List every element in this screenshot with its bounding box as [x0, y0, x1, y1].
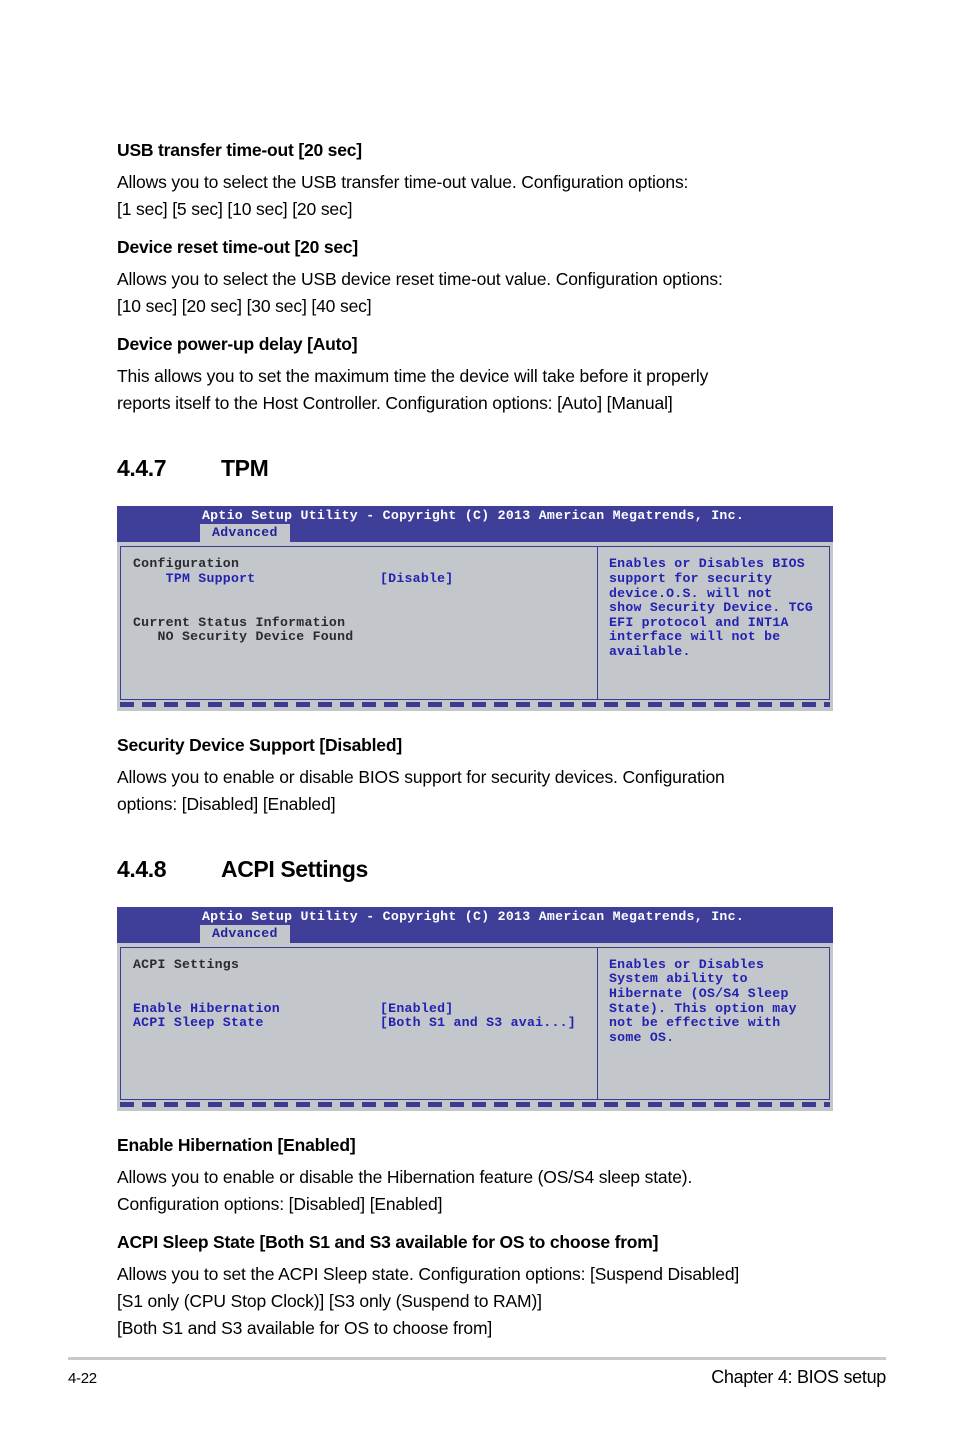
bios-group-label-current-status: Current Status Information: [133, 614, 346, 630]
footer-chapter-label: Chapter 4: BIOS setup: [711, 1367, 886, 1387]
bios-setting-label: TPM Support: [133, 570, 256, 586]
heading-device-power-up-delay: Device power-up delay [Auto]: [117, 334, 358, 355]
bios-help-line: not be effective with: [609, 1015, 781, 1031]
bios-setting-label: ACPI Sleep State: [133, 1015, 264, 1031]
bios-help-line: device.O.S. will not: [609, 585, 773, 601]
bios-help-line: Hibernate (OS/S4 Sleep: [609, 986, 789, 1002]
bios-setting-value: [Both S1 and S3 avai...]: [380, 1015, 576, 1031]
bios-titlebar: Aptio Setup Utility - Copyright (C) 2013…: [117, 506, 833, 544]
body-device-reset-time-out: Allows you to select the USB device rese…: [117, 266, 833, 320]
bios-group-label-configuration: Configuration: [133, 556, 240, 572]
section-title: ACPI Settings: [221, 855, 368, 882]
bios-tab-advanced[interactable]: Advanced: [200, 924, 290, 944]
bios-help-line: State). This option may: [609, 1000, 797, 1016]
body-line: Allows you to select the USB device rese…: [117, 269, 723, 289]
bios-screen-acpi: Aptio Setup Utility - Copyright (C) 2013…: [117, 906, 833, 1112]
bios-setting-enable-hibernation[interactable]: Enable Hibernation [Enabled]: [133, 1000, 597, 1017]
bios-help-pane: Enables or Disables System ability to Hi…: [598, 948, 829, 1099]
body-acpi-sleep-state: Allows you to set the ACPI Sleep state. …: [117, 1261, 833, 1342]
body-line: Allows you to set the ACPI Sleep state. …: [117, 1264, 740, 1285]
body-line: [Both S1 and S3 available for OS to choo…: [117, 1318, 493, 1339]
bios-titlebar: Aptio Setup Utility - Copyright (C) 2013…: [117, 906, 833, 944]
bios-setting-acpi-sleep-state[interactable]: ACPI Sleep State [Both S1 and S3 avai...…: [133, 1016, 597, 1031]
bios-setting-label: Enable Hibernation: [133, 1000, 280, 1016]
heading-security-device-support: Security Device Support [Disabled]: [117, 734, 402, 755]
body-line: reports itself to the Host Controller. C…: [117, 393, 673, 414]
body-line: This allows you to set the maximum time …: [117, 366, 709, 387]
bios-help-line: System ability to: [609, 971, 748, 987]
body-line: [S1 only (CPU Stop Clock)] [S3 only (Sus…: [117, 1291, 542, 1312]
bios-help-line: show Security Device. TCG: [609, 600, 814, 616]
bios-help-line: interface will not be: [609, 629, 781, 645]
bios-tab-advanced[interactable]: Advanced: [200, 524, 290, 544]
bios-help-line: some OS.: [609, 1029, 675, 1045]
body-line: Allows you to enable or disable BIOS sup…: [117, 766, 725, 787]
section-title: TPM: [221, 455, 269, 482]
body-usb-transfer-time-out: Allows you to select the USB transfer ti…: [117, 169, 833, 223]
body-security-device-support: Allows you to enable or disable BIOS sup…: [117, 764, 833, 818]
bios-settings-pane: ACPI Settings Enable Hibernation [Enable…: [121, 947, 598, 1100]
section-heading-acpi-settings: 4.4.8 ACPI Settings: [117, 856, 833, 883]
footer-page-number: 4-22: [68, 1370, 97, 1387]
heading-device-reset-time-out: Device reset time-out [20 sec]: [117, 237, 359, 258]
page-content: USB transfer time-out [20 sec] Allows yo…: [117, 140, 833, 1357]
bios-help-line: Enables or Disables BIOS: [609, 556, 805, 572]
body-line: Configuration options: [Disabled] [Enabl…: [117, 1194, 443, 1215]
footer-divider: [68, 1357, 886, 1360]
bios-help-line: support for security: [609, 570, 773, 586]
bios-setting-tpm-support[interactable]: TPM Support [Disable]: [133, 570, 597, 587]
section-number: 4.4.8: [117, 855, 167, 882]
body-enable-hibernation: Allows you to enable or disable the Hibe…: [117, 1164, 833, 1218]
bios-help-line: Enables or Disables: [609, 956, 765, 972]
body-line: options: [Disabled] [Enabled]: [117, 793, 336, 814]
heading-enable-hibernation: Enable Hibernation [Enabled]: [117, 1135, 356, 1156]
body-device-power-up-delay: This allows you to set the maximum time …: [117, 363, 833, 417]
bios-title-text: Aptio Setup Utility - Copyright (C) 2013…: [201, 908, 745, 924]
bios-help-line: EFI protocol and INT1A: [609, 614, 789, 630]
bios-screen-tpm: Aptio Setup Utility - Copyright (C) 2013…: [117, 506, 833, 711]
body-line: Allows you to enable or disable the Hibe…: [117, 1167, 693, 1188]
body-line: [10 sec] [20 sec] [30 sec] [40 sec]: [117, 296, 372, 317]
bios-help-line: available.: [609, 643, 691, 659]
body-line: [1 sec] [5 sec] [10 sec] [20 sec]: [117, 199, 353, 219]
document-page: USB transfer time-out [20 sec] Allows yo…: [0, 0, 954, 1438]
bios-setting-value: [Disable]: [380, 570, 454, 586]
bios-settings-pane: Configuration TPM Support [Disable] Curr…: [121, 547, 598, 699]
bios-group-label-acpi-settings: ACPI Settings: [133, 956, 240, 972]
body-line: Allows you to select the USB transfer ti…: [117, 171, 689, 192]
section-number: 4.4.7: [117, 455, 167, 482]
heading-usb-transfer-time-out: USB transfer time-out [20 sec]: [117, 140, 362, 160]
bios-body: ACPI Settings Enable Hibernation [Enable…: [120, 946, 830, 1101]
section-heading-tpm: 4.4.7 TPM: [117, 455, 833, 482]
bios-help-pane: Enables or Disables BIOS support for sec…: [598, 547, 829, 698]
bios-setting-value: [Enabled]: [380, 1000, 454, 1016]
bios-title-text: Aptio Setup Utility - Copyright (C) 2013…: [201, 508, 745, 524]
heading-acpi-sleep-state: ACPI Sleep State [Both S1 and S3 availab…: [117, 1232, 659, 1253]
bios-status-no-security-device: NO Security Device Found: [133, 629, 354, 645]
bios-body: Configuration TPM Support [Disable] Curr…: [120, 546, 830, 700]
